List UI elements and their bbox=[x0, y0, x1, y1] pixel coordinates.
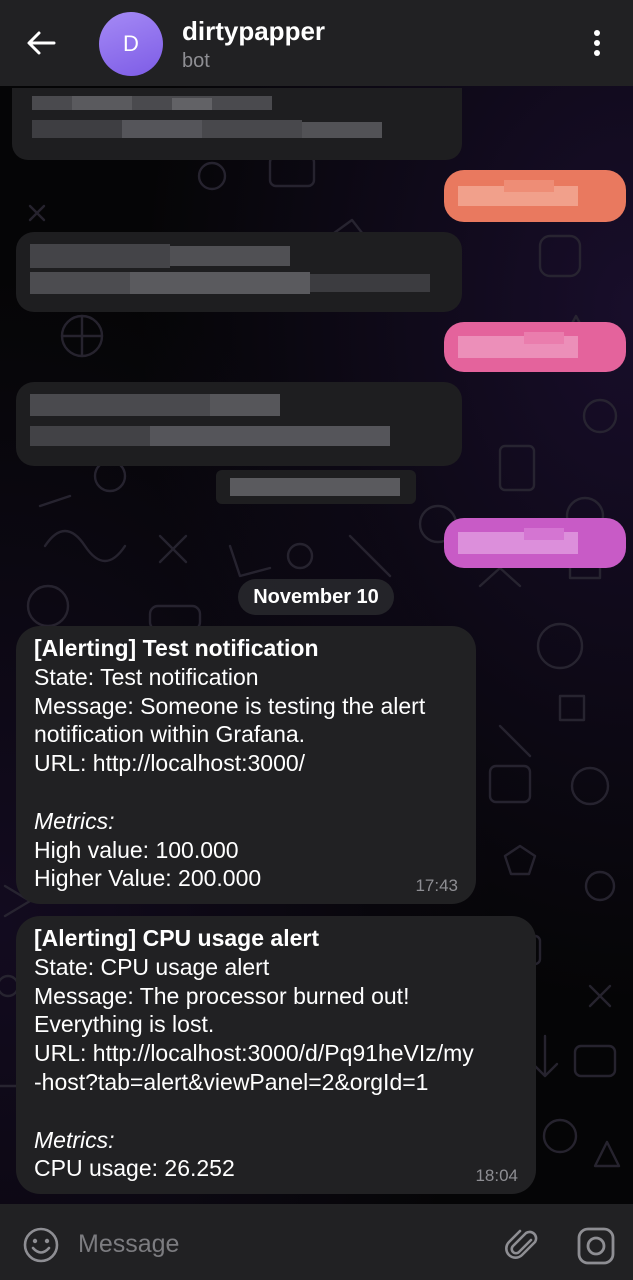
message-time: 18:04 bbox=[475, 1166, 518, 1185]
message-input-bar bbox=[0, 1204, 633, 1280]
message-bubble: [Alerting] CPU usage alert State: CPU us… bbox=[16, 916, 536, 1194]
message-line: State: Test notification bbox=[34, 663, 259, 690]
message-line: State: CPU usage alert bbox=[34, 953, 270, 980]
message-line: Everything is lost. bbox=[34, 1011, 215, 1038]
message-link[interactable]: URL: http://localhost:3000/d/Pq91heVIz/m… bbox=[34, 1039, 518, 1068]
redacted-incoming-message bbox=[16, 232, 462, 312]
chat-title[interactable]: dirtypapper bbox=[182, 16, 325, 47]
chat-header: D dirtypapper bot bbox=[0, 0, 633, 86]
message-title: [Alerting] CPU usage alert bbox=[34, 925, 319, 951]
paperclip-icon bbox=[505, 1229, 538, 1259]
chat-subtitle: bot bbox=[182, 50, 210, 72]
redacted-outgoing-message bbox=[444, 322, 626, 372]
date-separator: November 10 bbox=[238, 579, 394, 615]
attach-button[interactable] bbox=[504, 1226, 542, 1264]
message-line: Message: The processor burned out! bbox=[34, 982, 410, 1009]
redacted-message-fragment bbox=[216, 470, 416, 504]
message-bubble: [Alerting] Test notification State: Test… bbox=[16, 626, 476, 904]
more-vertical-icon bbox=[594, 30, 600, 56]
emoji-button[interactable] bbox=[22, 1226, 60, 1264]
message-input[interactable] bbox=[78, 1222, 478, 1266]
metric-line: CPU usage: 26.252 bbox=[34, 1155, 235, 1182]
redacted-incoming-message bbox=[12, 88, 462, 160]
message-line: notification within Grafana. bbox=[34, 721, 306, 748]
camera-button[interactable] bbox=[576, 1226, 616, 1266]
metric-line: High value: 100.000 bbox=[34, 836, 239, 863]
back-button[interactable] bbox=[20, 26, 62, 60]
redacted-outgoing-message bbox=[444, 170, 626, 222]
redacted-outgoing-message bbox=[444, 518, 626, 568]
message-link[interactable]: -host?tab=alert&viewPanel=2&orgId=1 bbox=[34, 1068, 518, 1097]
metric-line: Higher Value: 200.000 bbox=[34, 865, 262, 892]
message-line: Message: Someone is testing the alert bbox=[34, 692, 426, 719]
emoji-icon bbox=[23, 1227, 59, 1263]
message-title: [Alerting] Test notification bbox=[34, 635, 319, 661]
avatar[interactable]: D bbox=[99, 12, 163, 76]
metrics-label: Metrics: bbox=[34, 807, 115, 834]
back-arrow-icon bbox=[27, 31, 56, 55]
avatar-letter: D bbox=[123, 31, 139, 56]
message-line: URL: http://localhost:3000/ bbox=[34, 750, 306, 777]
metrics-label: Metrics: bbox=[34, 1126, 115, 1153]
redacted-incoming-message bbox=[16, 382, 462, 466]
more-options-button[interactable] bbox=[582, 26, 612, 60]
chat-screen: D dirtypapper bot November 10 [Alerting]… bbox=[0, 0, 633, 1280]
camera-icon bbox=[577, 1227, 615, 1265]
message-time: 17:43 bbox=[415, 876, 458, 895]
